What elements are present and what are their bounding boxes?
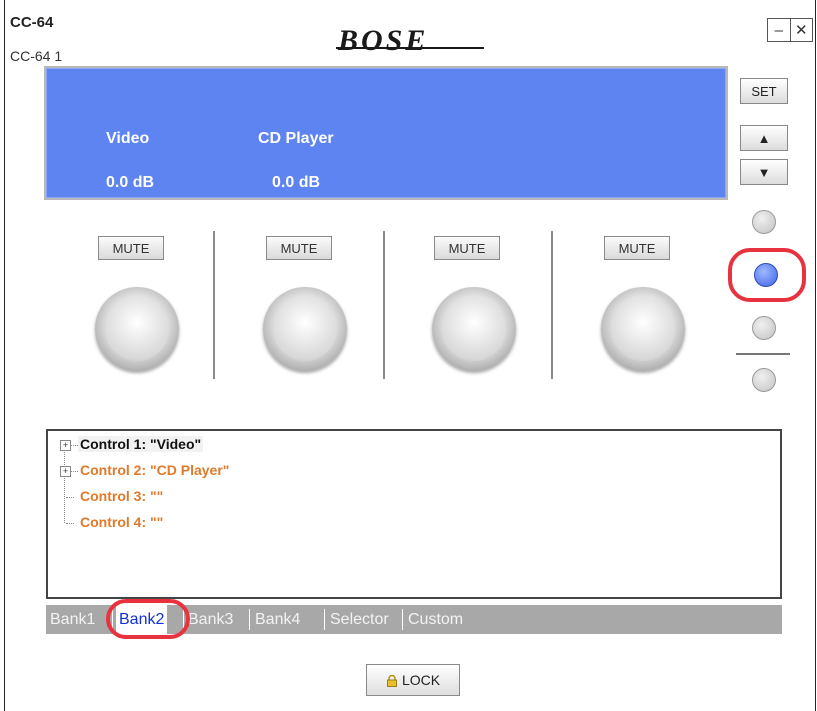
bank-indicator-1[interactable]	[752, 210, 776, 234]
tree-connector	[66, 497, 74, 498]
tab-bank3[interactable]: Bank3	[188, 605, 233, 634]
display-channel-1-level: 0.0 dB	[106, 174, 155, 191]
tree-connector	[66, 523, 74, 524]
display-channel-2-level: 0.0 dB	[272, 174, 321, 191]
bose-logo: BOSE	[338, 24, 429, 57]
tab-bank1[interactable]: Bank1	[50, 605, 95, 634]
tree-connector	[64, 449, 65, 523]
bank-indicator-4[interactable]	[752, 368, 776, 392]
mute-button-2[interactable]: MUTE	[266, 236, 332, 260]
window-controls: – ✕	[767, 18, 813, 42]
tab-separator	[324, 609, 325, 630]
tab-bank4[interactable]: Bank4	[255, 605, 300, 634]
logo-underline	[336, 47, 484, 49]
tree-item-control-4[interactable]: Control 4: ""	[80, 514, 163, 530]
channel-divider	[383, 231, 385, 379]
bank-indicator-3[interactable]	[752, 316, 776, 340]
mute-button-4[interactable]: MUTE	[604, 236, 670, 260]
volume-knob-1[interactable]	[95, 287, 179, 371]
window-title: CC-64	[10, 14, 54, 31]
volume-knob-2[interactable]	[263, 287, 347, 371]
tab-custom[interactable]: Custom	[408, 605, 463, 634]
close-button[interactable]: ✕	[791, 19, 813, 41]
expand-icon[interactable]: +	[60, 440, 71, 451]
display-channel-2-name: CD Player	[258, 130, 334, 147]
tree-item-control-3[interactable]: Control 3: ""	[80, 488, 163, 504]
control-tree: + Control 1: "Video" + Control 2: "CD Pl…	[46, 429, 782, 599]
padlock-icon	[386, 674, 398, 687]
lcd-display: Video 0.0 dB CD Player 0.0 dB	[44, 66, 728, 200]
volume-knob-4[interactable]	[601, 287, 685, 371]
scroll-up-button[interactable]: ▲	[740, 125, 788, 151]
tree-item-control-1[interactable]: Control 1: "Video"	[78, 436, 204, 452]
channel-divider	[551, 231, 553, 379]
tab-selector[interactable]: Selector	[330, 605, 389, 634]
tree-connector	[70, 445, 78, 446]
lock-button[interactable]: LOCK	[366, 664, 460, 696]
channel-divider	[213, 231, 215, 379]
device-name: CC-64 1	[10, 48, 63, 64]
minimize-button[interactable]: –	[768, 19, 791, 41]
mute-button-1[interactable]: MUTE	[98, 236, 164, 260]
highlight-ring-tab	[106, 599, 190, 639]
mute-button-3[interactable]: MUTE	[434, 236, 500, 260]
lock-label: LOCK	[401, 672, 441, 688]
set-button[interactable]: SET	[740, 78, 788, 104]
tree-connector	[70, 471, 78, 472]
tab-separator	[402, 609, 403, 630]
highlight-ring-indicator	[728, 248, 806, 302]
display-channel-1-name: Video	[106, 130, 150, 147]
tree-item-control-2[interactable]: Control 2: "CD Player"	[80, 462, 229, 478]
expand-icon[interactable]: +	[60, 466, 71, 477]
tab-separator	[249, 609, 250, 630]
scroll-down-button[interactable]: ▼	[740, 159, 788, 185]
indicator-separator	[736, 353, 790, 355]
volume-knob-3[interactable]	[432, 287, 516, 371]
